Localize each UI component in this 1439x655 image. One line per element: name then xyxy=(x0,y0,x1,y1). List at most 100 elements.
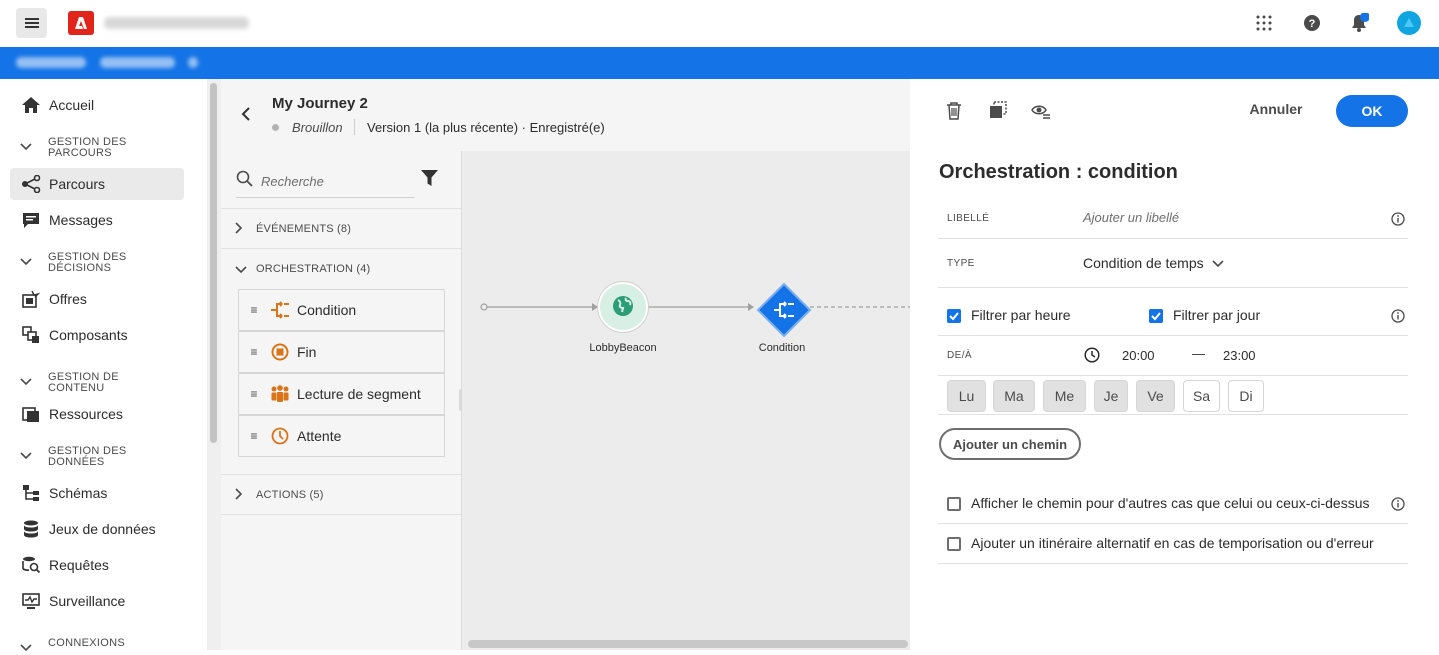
home-icon xyxy=(20,94,42,116)
nav-item-schemas[interactable]: Schémas xyxy=(10,477,184,509)
divider xyxy=(354,119,355,135)
node-label: LobbyBeacon xyxy=(589,342,657,354)
info-icon[interactable] xyxy=(1391,497,1405,511)
palette-item-segment[interactable]: ≡ Lecture de segment xyxy=(238,373,445,415)
search-input[interactable]: Recherche xyxy=(236,167,414,198)
chevron-down-icon xyxy=(20,447,36,463)
connector-lines xyxy=(480,303,910,311)
node-condition[interactable] xyxy=(756,282,812,338)
canvas-scrollbar[interactable] xyxy=(468,640,908,648)
filter-icon[interactable] xyxy=(421,170,438,189)
chevron-down-icon[interactable] xyxy=(188,57,198,68)
chevron-down-icon xyxy=(20,138,36,154)
back-arrow-icon[interactable] xyxy=(241,107,251,124)
duplicate-icon[interactable] xyxy=(989,101,1007,122)
org-bar xyxy=(0,47,1439,79)
node-lobbybeacon[interactable] xyxy=(598,282,648,332)
sidebar-scrollbar[interactable] xyxy=(207,79,221,650)
journey-canvas[interactable]: LobbyBeacon Condition xyxy=(462,151,910,650)
time-to-input[interactable]: 23:00 xyxy=(1223,348,1256,363)
other-cases-label: Afficher le chemin pour d'autres cas que… xyxy=(971,495,1370,511)
ok-button[interactable]: OK xyxy=(1336,95,1408,127)
bell-icon[interactable] xyxy=(1349,13,1369,33)
type-dropdown[interactable]: Condition de temps xyxy=(1083,255,1224,271)
nav-section-data-mgmt[interactable]: GESTION DES DONNÉES xyxy=(20,446,158,468)
view-icon[interactable] xyxy=(1031,102,1051,123)
journey-status: Brouillon xyxy=(292,120,343,135)
nav-item-components[interactable]: Composants xyxy=(10,319,184,351)
nav-section-journey-mgmt[interactable]: GESTION DES PARCOURS xyxy=(20,137,158,159)
apps-icon[interactable] xyxy=(1254,13,1274,33)
drag-handle-icon[interactable]: ≡ xyxy=(239,345,269,359)
menu-icon[interactable] xyxy=(16,8,47,38)
avatar[interactable] xyxy=(1397,11,1421,35)
clock-icon[interactable] xyxy=(1084,347,1100,366)
journey-title: My Journey 2 xyxy=(272,95,368,112)
delete-icon[interactable] xyxy=(946,102,962,123)
day-friday-button[interactable]: Ve xyxy=(1136,380,1175,412)
other-cases-checkbox[interactable] xyxy=(947,497,961,511)
day-sunday-button[interactable]: Di xyxy=(1228,380,1264,412)
divider xyxy=(938,414,1408,415)
from-to-label: DE/À xyxy=(947,350,972,361)
divider xyxy=(938,238,1408,239)
day-saturday-button[interactable]: Sa xyxy=(1183,380,1220,412)
sandbox-name xyxy=(16,57,86,68)
palette-item-end[interactable]: ≡ Fin xyxy=(238,331,445,373)
add-path-button[interactable]: Ajouter un chemin xyxy=(939,428,1081,460)
end-icon xyxy=(269,341,291,363)
nav-item-datasets[interactable]: Jeux de données xyxy=(10,513,184,545)
node-label: Condition xyxy=(758,342,806,354)
palette-item-condition[interactable]: ≡ Condition xyxy=(238,289,445,331)
queries-icon xyxy=(20,554,42,576)
adobe-logo-icon[interactable] xyxy=(68,11,94,35)
label-field-label: LIBELLÉ xyxy=(947,213,990,224)
nav-item-offers[interactable]: Offres xyxy=(10,283,184,315)
label-input[interactable]: Ajouter un libellé xyxy=(1083,210,1179,225)
nav-item-journeys[interactable]: Parcours xyxy=(10,168,184,200)
type-field-label: TYPE xyxy=(947,258,975,269)
category-events[interactable]: ÉVÉNEMENTS (8) xyxy=(221,209,462,249)
drag-handle-icon[interactable]: ≡ xyxy=(239,387,269,401)
search-placeholder: Recherche xyxy=(261,174,324,189)
nav-item-messages[interactable]: Messages xyxy=(10,204,184,236)
help-icon[interactable]: ? xyxy=(1302,13,1322,33)
time-separator: — xyxy=(1192,346,1205,361)
drag-handle-icon[interactable]: ≡ xyxy=(239,429,269,443)
journey-header: My Journey 2 Brouillon Version 1 (la plu… xyxy=(221,79,910,151)
filter-day-label: Filtrer par jour xyxy=(1173,307,1261,323)
cancel-button[interactable]: Annuler xyxy=(1243,101,1309,117)
palette-item-wait[interactable]: ≡ Attente xyxy=(238,415,445,457)
nav-item-monitoring[interactable]: Surveillance xyxy=(10,585,184,617)
search-icon xyxy=(236,170,254,191)
nav-item-home[interactable]: Accueil xyxy=(10,89,184,121)
filter-hour-label: Filtrer par heure xyxy=(971,307,1071,323)
nav-item-assets[interactable]: Ressources xyxy=(10,398,184,430)
filter-day-checkbox[interactable] xyxy=(1149,309,1163,323)
nav-section-content-mgmt[interactable]: GESTION DE CONTENU xyxy=(20,372,178,394)
day-thursday-button[interactable]: Je xyxy=(1094,380,1128,412)
info-icon[interactable] xyxy=(1391,212,1405,226)
message-icon xyxy=(20,209,42,231)
category-actions[interactable]: ACTIONS (5) xyxy=(221,475,462,515)
nav-section-connections[interactable]: CONNEXIONS xyxy=(20,638,158,655)
info-icon[interactable] xyxy=(1391,309,1405,323)
chevron-down-icon xyxy=(1212,255,1224,271)
drag-handle-icon[interactable]: ≡ xyxy=(239,303,269,317)
alt-route-checkbox[interactable] xyxy=(947,537,961,551)
assets-icon xyxy=(20,403,42,425)
day-wednesday-button[interactable]: Me xyxy=(1043,380,1086,412)
day-tuesday-button[interactable]: Ma xyxy=(993,380,1035,412)
nav-section-decision-mgmt[interactable]: GESTION DES DÉCISIONS xyxy=(20,252,158,274)
time-from-input[interactable]: 20:00 xyxy=(1122,348,1155,363)
filter-hour-checkbox[interactable] xyxy=(947,309,961,323)
nav-item-queries[interactable]: Requêtes xyxy=(10,549,184,581)
chevron-down-icon xyxy=(20,253,36,269)
day-monday-button[interactable]: Lu xyxy=(947,380,986,412)
wait-icon xyxy=(269,425,291,447)
offers-icon xyxy=(20,288,42,310)
components-icon xyxy=(20,324,42,346)
category-orchestration[interactable]: ORCHESTRATION (4) xyxy=(221,249,462,289)
divider xyxy=(938,335,1408,336)
sandbox-env xyxy=(100,57,175,68)
